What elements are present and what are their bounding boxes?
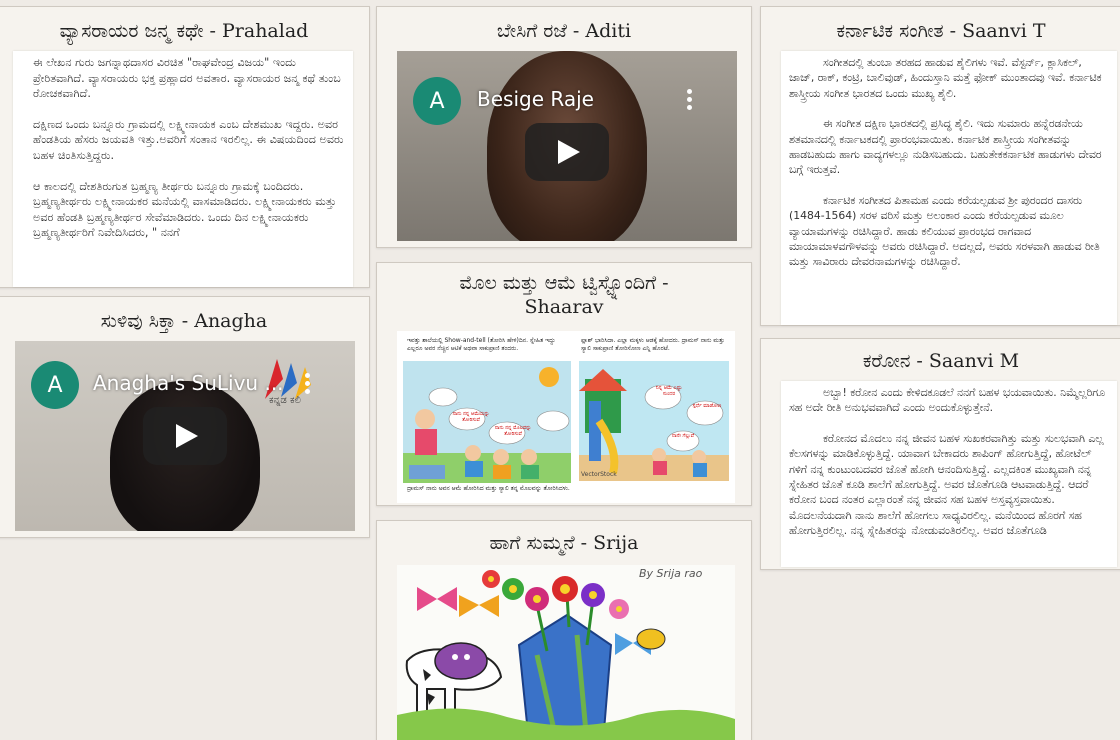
drawing-image[interactable]: By Srija rao (397, 565, 735, 740)
card-shaarav: ಮೊಲ ಮತ್ತು ಆಮೆ ಟ್ವಿಸ್ಟ್ನೊಂದಿಗೆ - Shaarav … (376, 262, 752, 506)
doc-paragraph: ಸಂಗೀತದಲ್ಲಿ ತುಂಬಾ ತರಹದ ಹಾಡುವ ಶೈಲಿಗಳು ಇವೆ.… (789, 56, 1102, 100)
playground-scene (579, 361, 729, 481)
channel-avatar[interactable]: A (31, 361, 79, 409)
video-embed-aditi[interactable]: A Besige Raje (397, 51, 737, 241)
card-title-saanvi-t: ಕರ್ನಾಟಿಕ ಸಂಗೀತ - Saanvi T (836, 20, 1046, 42)
document-embed-saanvi-t[interactable]: ಸಂಗೀತದಲ್ಲಿ ತುಂಬಾ ತರಹದ ಹಾಡುವ ಶೈಲಿಗಳು ಇವೆ.… (781, 51, 1117, 325)
story-illustration[interactable]: ಇವತ್ತು ಶಾಲೆಯಲ್ಲಿ Show-and-tell (ತೋರಿಸಿ ಹ… (397, 331, 735, 503)
illus-caption-bottom: ದ್ರಾಮಸ್ ನಾನು ಅವನ ಆಮೆ ಹೋರಿಸಿದ ಮತ್ತು ಸ್ಯಾಲ… (407, 485, 570, 492)
card-title-line: ಮೊಲ ಮತ್ತು ಆಮೆ ಟ್ವಿಸ್ಟ್ನೊಂದಿಗೆ - (459, 272, 669, 294)
doc-paragraph: ಆ ಕಾಲದಲ್ಲಿ ದೇಶತಿರುಗುತ ಬ್ರಹ್ಮಣ್ಯ ತೀರ್ಥರು … (33, 179, 337, 240)
video-embed-anagha[interactable]: ಕನ್ನಡ ಕಲಿ A Anagha's SuLivu ... (15, 341, 355, 531)
doc-paragraph: ಅಬ್ಬಾ! ಕರೋನ ಎಂದು ಕೇಳಿದಕೂಡಲೆ ನನಗೆ ಬಹಳ ಭಯವ… (789, 386, 1105, 415)
illus-caption-right: ಫ್ಲಾಶ್ ಭಾರಿಸಿದಾ. ಎಲ್ಲಾ ಮಕ್ಕಳು ಆಡಕ್ಕೆ ಹೋದ… (581, 337, 725, 352)
card-title-anagha: ಸುಳಿವು ಸಿಕ್ತಾ - Anagha (100, 310, 268, 332)
card-title-shaarav: ಮೊಲ ಮತ್ತು ಆಮೆ ಟ್ವಿಸ್ಟ್ನೊಂದಿಗೆ - Shaarav (377, 263, 751, 319)
card-title-saanvi-m: ಕರೋನ - Saanvi M (862, 350, 1020, 372)
logo-text: ಕನ್ನಡ ಕಲಿ (269, 395, 301, 406)
speech-bubble: ನಿನ್ನ ಆಮೆ ಎಷ್ಟು ಸುಂದರ (655, 385, 683, 397)
card-srija: ಹಾಗೆ ಸುಮ್ಮನೆ - Srija By Srija rao (376, 520, 752, 740)
card-title-line: Shaarav (524, 296, 604, 318)
speech-bubble: ನಾನೇ ಗೆಲ್ಲುವೆ (671, 433, 695, 439)
doc-paragraph: ಈ ಸಂಗೀತ ದಕ್ಷಿಣ ಭಾರತದಲ್ಲಿ ಪ್ರಸಿದ್ಧ ಶೈಲಿ. … (789, 117, 1102, 177)
card-title-srija: ಹಾಗೆ ಸುಮ್ಮನೆ - Srija (489, 532, 639, 554)
card-title-aditi: ಬೇಸಿಗೆ ರಜೆ - Aditi (496, 20, 632, 42)
card-prahalad: ವ್ಯಾಸರಾಯರ ಜನ್ಮ ಕಥೇ - Prahalad ಈ ಲೇಖನ ಗುರ… (0, 6, 370, 288)
play-button[interactable] (525, 123, 609, 181)
channel-avatar[interactable]: A (413, 77, 461, 125)
more-options-icon[interactable] (687, 89, 693, 113)
play-button[interactable] (143, 407, 227, 465)
card-saanvi-t: ಕರ್ನಾಟಿಕ ಸಂಗೀತ - Saanvi T ಸಂಗೀತದಲ್ಲಿ ತುಂ… (760, 6, 1120, 326)
card-aditi: ಬೇಸಿಗೆ ರಜೆ - Aditi A Besige Raje (376, 6, 752, 248)
speech-bubble: ಸ್ಪರ್ಧೆ ಮಾಡೋಣ (692, 403, 722, 409)
document-embed-prahalad[interactable]: ಈ ಲೇಖನ ಗುರು ಜಗನ್ನಾಥದಾಸರ ವಿರಚಿತ "ರಾಘವೇಂದ್… (13, 51, 353, 287)
doc-paragraph: ಕರೋನದ ಮೊದಲು ನನ್ನ ಜೀವನ ಬಹಳ ಸುಖಕರವಾಗಿತ್ತು … (789, 431, 1104, 538)
doc-paragraph: ದಕ್ಷಿಣದ ಒಂದು ಬನ್ನೂರು ಗ್ರಾಮದಲ್ಲಿ ಲಕ್ಷ್ಮೀನ… (33, 117, 344, 162)
video-title[interactable]: Besige Raje (477, 87, 594, 111)
more-options-icon[interactable] (305, 373, 311, 397)
card-title-prahalad: ವ್ಯಾಸರಾಯರ ಜನ್ಮ ಕಥೇ - Prahalad (59, 20, 309, 42)
doc-paragraph: ಕರ್ನಾಟಿಕ ಸಂಗೀತದ ಪಿತಾಮಹ ಎಂದು ಕರೆಯಲ್ಪಡುವ ಶ… (789, 193, 1100, 269)
doc-paragraph: ಈ ಲೇಖನ ಗುರು ಜಗನ್ನಾಥದಾಸರ ವಿರಚಿತ "ರಾಘವೇಂದ್… (33, 56, 341, 101)
illus-caption-left: ಇವತ್ತು ಶಾಲೆಯಲ್ಲಿ Show-and-tell (ತೋರಿಸಿ ಹ… (407, 337, 556, 352)
speech-bubble: ನಾನು ನನ್ನ ಮೊಲವನ್ನು ತೋರಿಸುವೆ (494, 425, 532, 437)
document-embed-saanvi-m[interactable]: ಅಬ್ಬಾ! ಕರೋನ ಎಂದು ಕೇಳಿದಕೂಡಲೆ ನನಗೆ ಬಹಳ ಭಯವ… (781, 381, 1117, 567)
watermark: VectorStock (581, 471, 617, 478)
speech-bubble: ನಾನು ನನ್ನ ಆಮೆಯನ್ನು ತೋರಿಸುವೆ (452, 411, 490, 423)
card-saanvi-m: ಕರೋನ - Saanvi M ಅಬ್ಬಾ! ಕರೋನ ಎಂದು ಕೇಳಿದಕೂ… (760, 338, 1120, 570)
flower-drawing (397, 570, 735, 740)
video-title[interactable]: Anagha's SuLivu ... (93, 371, 284, 395)
card-anagha: ಸುಳಿವು ಸಿಕ್ತಾ - Anagha ಕನ್ನಡ ಕಲಿ A Anagh… (0, 296, 370, 538)
